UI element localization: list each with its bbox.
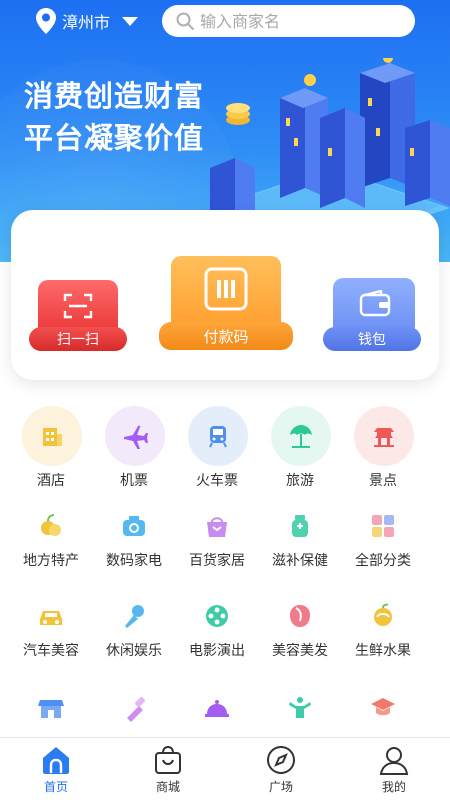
category-icon-bg: [271, 406, 331, 466]
payment-code-icon: [204, 267, 248, 311]
banner-slogan: 消费创造财富 平台凝聚价值: [24, 75, 204, 159]
film-reel-icon: [206, 605, 228, 627]
microphone-icon: [125, 605, 144, 628]
nav-home[interactable]: 首页: [0, 738, 112, 800]
nav-mall-label: 商城: [155, 780, 180, 794]
location-pin-icon: [36, 8, 56, 34]
scan-label: 扫一扫: [29, 327, 127, 351]
shopping-bag-icon: [155, 745, 181, 774]
store-icon: [38, 700, 64, 718]
category-label: 机票: [120, 473, 148, 489]
nav-mall[interactable]: 商城: [112, 738, 224, 800]
category-label: 景点: [369, 473, 397, 489]
bottom-nav: 首页 商城 广场 我的: [0, 737, 450, 800]
wallet-label: 钱包: [323, 327, 421, 351]
scan-icon: [63, 293, 93, 319]
top-bar: 漳州市: [0, 0, 450, 42]
category-label: 全部分类: [355, 553, 411, 569]
hotel-icon: [43, 428, 62, 446]
quick-actions-card: 扫一扫 付款码 钱包: [11, 210, 439, 380]
beach-umbrella-icon: [290, 425, 312, 448]
payment-code-label: 付款码: [159, 322, 293, 350]
camera-icon: [123, 516, 145, 536]
train-icon: [209, 426, 227, 448]
landmark-icon: [374, 428, 394, 447]
gift-bag-icon: [207, 517, 227, 537]
category-icon-bg: [22, 406, 82, 466]
service-bell-icon: [205, 700, 229, 717]
nav-mine-label: 我的: [381, 780, 406, 794]
nav-mine[interactable]: 我的: [338, 738, 450, 800]
nav-home-label: 首页: [43, 780, 68, 794]
car-icon: [40, 611, 62, 625]
slogan-line-2: 平台凝聚价值: [24, 121, 205, 155]
wallet-icon: [359, 290, 391, 317]
category-icon-bg: [354, 406, 414, 466]
compass-icon: [267, 746, 295, 774]
fitness-icon: [289, 697, 311, 718]
city-illustration: [210, 58, 450, 218]
category-label: 酒店: [37, 473, 65, 489]
category-icon-bg: [105, 406, 165, 466]
slogan-line-1: 消费创造财富: [24, 79, 205, 113]
graduation-cap-icon: [371, 698, 395, 716]
user-icon: [379, 747, 409, 775]
city-name: 漳州市: [62, 13, 111, 32]
beauty-face-icon: [290, 605, 310, 627]
city-selector[interactable]: 漳州市: [36, 8, 139, 34]
nav-plaza[interactable]: 广场: [225, 738, 337, 800]
search-bar[interactable]: [162, 5, 415, 37]
search-icon: [176, 12, 194, 30]
produce-icon: [41, 514, 61, 536]
category-label: 火车票: [196, 473, 238, 489]
nav-plaza-label: 广场: [268, 780, 293, 794]
cosmetics-icon: [127, 697, 145, 722]
category-icon-bg: [188, 406, 248, 466]
home-icon: [43, 747, 69, 774]
fruit-icon: [374, 603, 392, 626]
category-label: 生鲜水果: [355, 643, 411, 659]
supplement-bottle-icon: [292, 515, 308, 537]
airplane-icon: [124, 425, 148, 449]
chevron-down-icon: [122, 16, 139, 26]
category-label: 旅游: [286, 473, 314, 489]
grid-categories-icon: [372, 515, 394, 537]
search-input[interactable]: [200, 11, 400, 31]
